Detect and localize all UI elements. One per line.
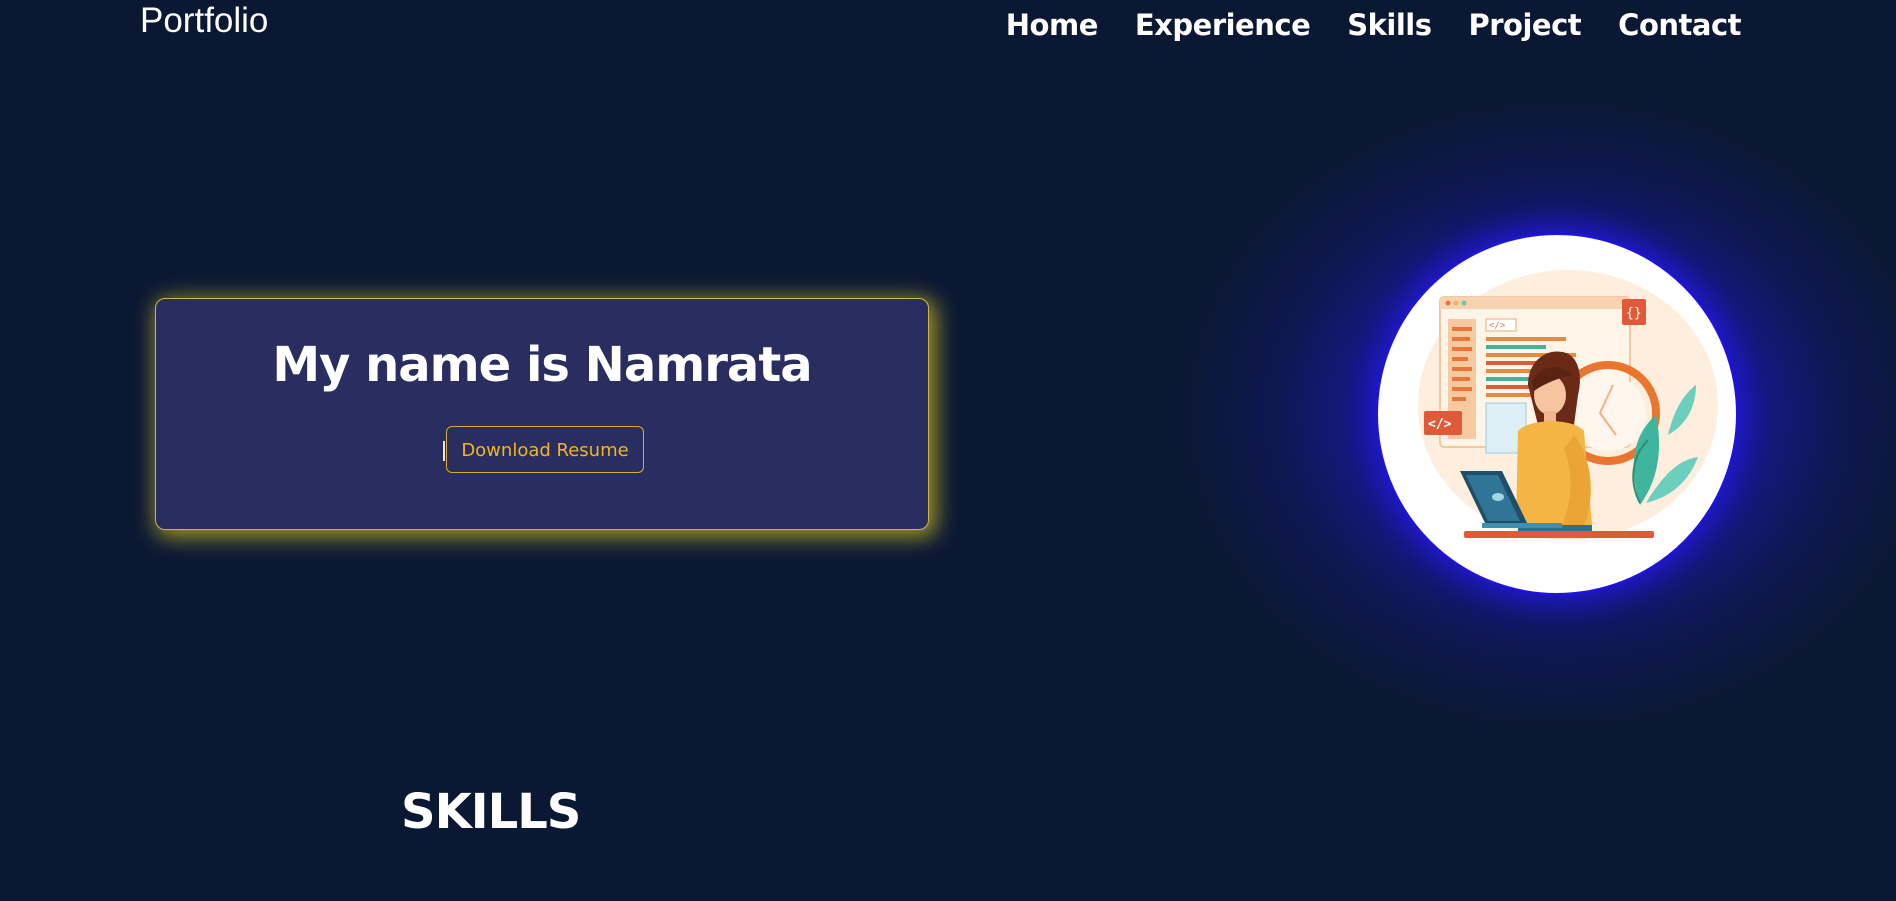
main-nav: Home Experience Skills Project Contact [1006,6,1742,44]
svg-text:{}: {} [1626,306,1642,321]
brand-logo[interactable]: Portfolio [140,1,268,41]
text-cursor [443,441,445,461]
svg-text:</>: </> [1428,417,1452,432]
intro-heading: My name is Namrata [272,337,812,393]
nav-home-link[interactable]: Home [1006,6,1099,44]
desk [1464,531,1654,538]
nav-contact-link[interactable]: Contact [1618,6,1741,44]
download-resume-button[interactable]: Download Resume [446,426,644,473]
svg-text:</>: </> [1489,321,1506,331]
nav-skills-link[interactable]: Skills [1347,6,1432,44]
nav-experience-link[interactable]: Experience [1135,6,1311,44]
code-window-titlebar [1440,297,1630,309]
profile-illustration: </> {} </> [1375,232,1739,596]
skills-heading: SKILLS [401,784,581,840]
nav-project-link[interactable]: Project [1469,6,1582,44]
intro-card: My name is Namrata Download Resume [155,298,929,530]
developer-with-laptop-illustration-icon: </> {} </> [1418,270,1718,540]
